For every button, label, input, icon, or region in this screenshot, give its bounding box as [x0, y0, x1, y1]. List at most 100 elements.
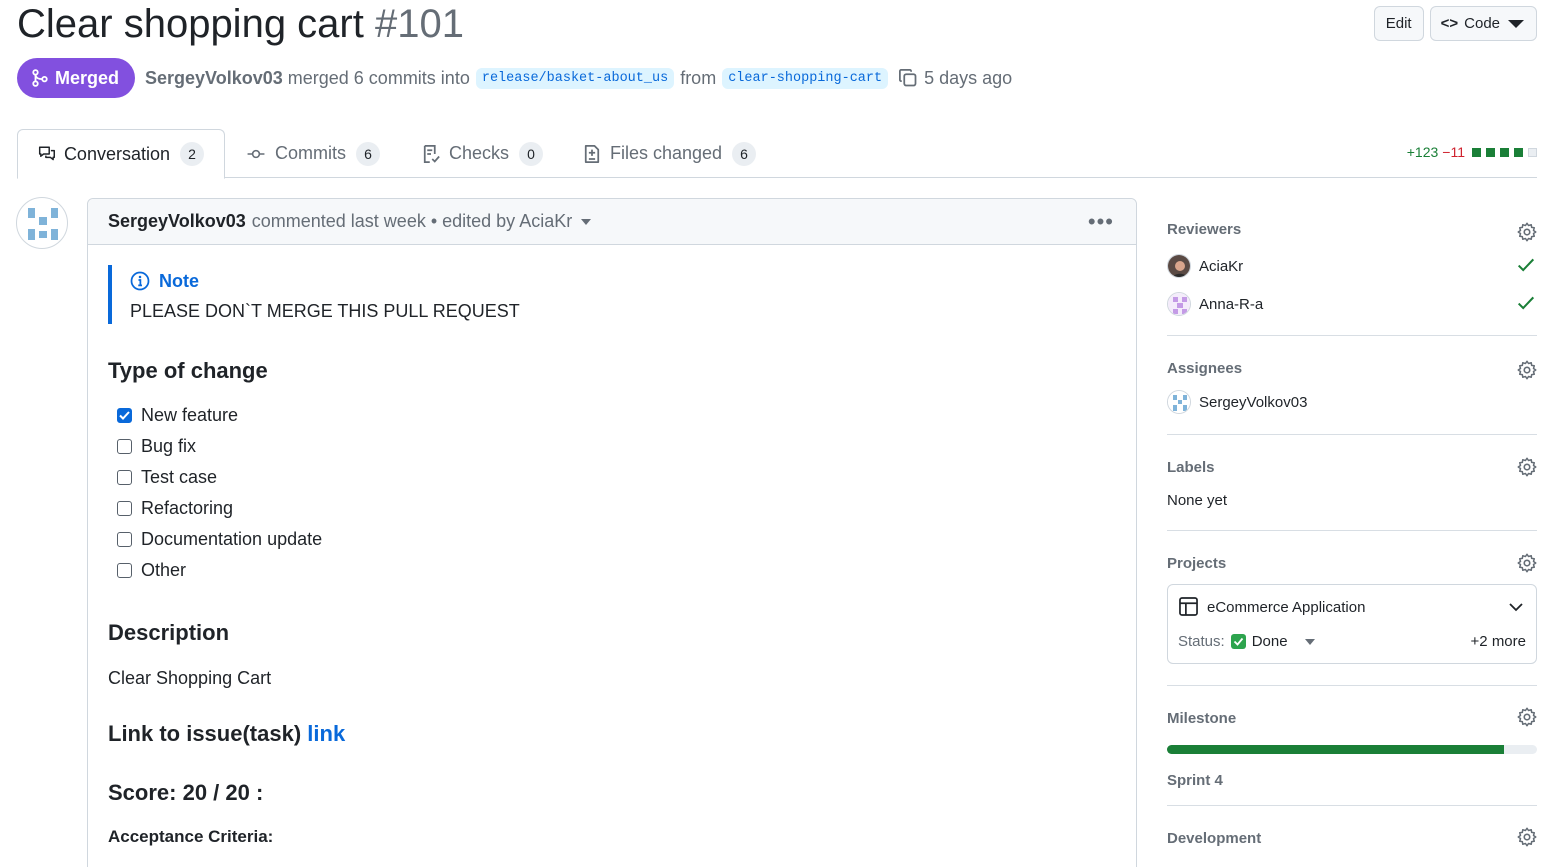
- gear-icon[interactable]: [1517, 457, 1537, 477]
- development-section: Development: [1167, 806, 1537, 847]
- note-text: PLEASE DON`T MERGE THIS PULL REQUEST: [130, 301, 520, 321]
- code-icon: <>: [1440, 15, 1459, 32]
- status-value[interactable]: Done: [1252, 633, 1288, 650]
- tab-label: Conversation: [63, 143, 170, 164]
- tab-files-changed[interactable]: Files changed 6: [562, 129, 776, 178]
- labels-value: None yet: [1167, 492, 1228, 509]
- copy-icon[interactable]: [898, 68, 918, 88]
- more-projects-link[interactable]: +2 more: [1471, 633, 1526, 650]
- checkbox[interactable]: [117, 470, 132, 485]
- check-icon: [1517, 296, 1535, 310]
- tab-checks[interactable]: Checks 0: [401, 129, 563, 178]
- avatar: [1167, 390, 1191, 414]
- projects-label[interactable]: Projects: [1167, 555, 1537, 572]
- issue-link[interactable]: link: [307, 721, 345, 746]
- gear-icon[interactable]: [1517, 827, 1537, 847]
- additions-count: +123: [1406, 144, 1439, 160]
- checkbox[interactable]: [117, 501, 132, 516]
- avatar: [1167, 292, 1191, 316]
- pr-meta: Merged SergeyVolkov03 merged 6 commits i…: [17, 58, 1012, 98]
- project-status: Status: Done: [1178, 633, 1315, 650]
- merged-text: merged 6 commits into: [287, 67, 470, 88]
- task-label: New feature: [141, 405, 239, 425]
- sidebar: Reviewers AciaKr Anna-R-a Assignees Serg…: [1167, 198, 1537, 847]
- milestone-progress-bar: [1167, 745, 1537, 754]
- tab-counter: 0: [519, 141, 544, 166]
- caret-down-icon[interactable]: [581, 218, 592, 225]
- gear-icon[interactable]: [1517, 707, 1537, 727]
- deletions-count: −11: [1442, 144, 1465, 160]
- checkbox[interactable]: [117, 563, 132, 578]
- tab-label: Checks: [449, 143, 510, 163]
- score-heading: Score: 20 / 20 :: [108, 780, 264, 805]
- note-title: Note: [130, 267, 1116, 295]
- kebab-menu-icon[interactable]: •••: [1088, 209, 1114, 235]
- pr-author[interactable]: SergeyVolkov03: [145, 68, 283, 89]
- assignees-section: Assignees SergeyVolkov03: [1167, 336, 1537, 435]
- avatar: [1167, 254, 1191, 278]
- comment-body: Note PLEASE DON`T MERGE THIS PULL REQUES…: [88, 245, 1136, 867]
- reviewer-name: AciaKr: [1199, 257, 1244, 275]
- edit-button[interactable]: Edit: [1373, 6, 1424, 41]
- task-item: Bug fix: [108, 431, 1116, 462]
- git-commit-icon: [247, 149, 265, 158]
- diffstat-block: [1486, 147, 1495, 157]
- task-label: Other: [141, 560, 187, 580]
- pr-title-text: Clear shopping cart: [17, 2, 364, 46]
- task-item: Other: [108, 555, 1116, 586]
- diffstat-block: [1500, 147, 1509, 157]
- pr-description-comment: SergeyVolkov03 commented last week • edi…: [87, 198, 1137, 867]
- avatar[interactable]: [16, 197, 68, 249]
- labels-section: Labels None yet: [1167, 435, 1537, 531]
- comment-header: SergeyVolkov03 commented last week • edi…: [88, 199, 1136, 245]
- checkbox[interactable]: [117, 532, 132, 547]
- acceptance-criteria-heading: Acceptance Criteria:: [108, 827, 274, 846]
- milestone-progress-fill: [1167, 745, 1504, 754]
- tab-counter: 6: [356, 141, 380, 166]
- comment-author[interactable]: SergeyVolkov03: [108, 211, 246, 232]
- base-branch[interactable]: release/basket-about_us: [475, 67, 675, 89]
- type-of-change-heading: Type of change: [108, 358, 268, 383]
- code-label: Code: [1464, 15, 1500, 32]
- merged-time: 5 days ago: [924, 67, 1013, 88]
- development-label[interactable]: Development: [1167, 830, 1537, 847]
- note-callout: Note PLEASE DON`T MERGE THIS PULL REQUES…: [108, 265, 1116, 324]
- diffstat-block: [1514, 147, 1523, 157]
- chevron-down-icon[interactable]: [1508, 602, 1524, 612]
- gear-icon[interactable]: [1517, 553, 1537, 573]
- reviewers-label[interactable]: Reviewers: [1167, 221, 1537, 238]
- checklist-icon: [423, 144, 440, 163]
- milestone-name[interactable]: Sprint 4: [1167, 772, 1537, 789]
- code-button[interactable]: <> Code: [1429, 6, 1537, 41]
- from-text: from: [680, 67, 717, 88]
- milestone-label[interactable]: Milestone: [1167, 710, 1537, 727]
- reviewer-item[interactable]: AciaKr: [1167, 247, 1537, 285]
- diffstat-block: [1472, 147, 1481, 157]
- assignee-item[interactable]: SergeyVolkov03: [1167, 383, 1537, 421]
- pr-number: #101: [374, 2, 464, 46]
- edit-label: Edit: [1385, 15, 1412, 32]
- header-actions: Edit <> Code: [1373, 6, 1537, 41]
- done-check-icon: [1230, 634, 1246, 649]
- project-card[interactable]: eCommerce Application Status: Done +2 mo…: [1167, 584, 1537, 664]
- task-item: Documentation update: [108, 524, 1116, 555]
- projects-section: Projects eCommerce Application Status: D…: [1167, 531, 1537, 686]
- project-name[interactable]: eCommerce Application: [1207, 599, 1365, 616]
- comment-meta: commented last week • edited by AciaKr: [251, 211, 573, 231]
- head-branch[interactable]: clear-shopping-cart: [722, 67, 889, 89]
- caret-down-icon[interactable]: [1304, 638, 1315, 645]
- status-label: Merged: [55, 67, 120, 88]
- checkbox-checked[interactable]: [117, 408, 132, 423]
- labels-label[interactable]: Labels: [1167, 459, 1537, 476]
- task-item: Test case: [108, 462, 1116, 493]
- reviewer-name: Anna-R-a: [1199, 295, 1264, 313]
- diffstat-block: [1528, 147, 1537, 157]
- reviewer-item[interactable]: Anna-R-a: [1167, 285, 1537, 323]
- tab-commits[interactable]: Commits 6: [225, 129, 400, 178]
- checkbox[interactable]: [117, 439, 132, 454]
- assignees-label[interactable]: Assignees: [1167, 360, 1537, 377]
- gear-icon[interactable]: [1517, 360, 1537, 380]
- gear-icon[interactable]: [1517, 222, 1537, 242]
- tab-conversation[interactable]: Conversation 2: [17, 129, 225, 179]
- note-title-text: Note: [159, 270, 199, 291]
